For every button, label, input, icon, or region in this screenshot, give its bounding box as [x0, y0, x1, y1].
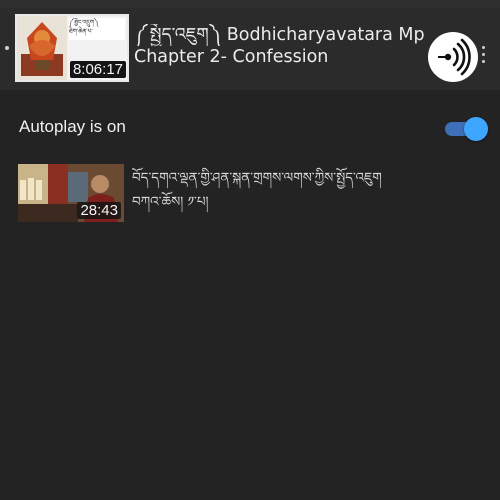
now-playing-bar[interactable]: ༼ཐྱོང་འདྲུག༽ ཐེག་ཆེན་པ་ 8:06:17 ༼སྤྱོད་འ… — [0, 8, 500, 90]
now-playing-thumbnail[interactable]: ༼ཐྱོང་འདྲུག༽ ཐེག་ཆེན་པ་ 8:06:17 — [15, 14, 129, 82]
thumbnail-caption-line2: ཐེག་ཆེན་པ་ — [69, 28, 93, 35]
more-vert-icon-dot — [481, 60, 485, 63]
more-vert-icon-dot — [481, 53, 485, 56]
thumbnail-artwork — [17, 16, 67, 80]
podcast-icon — [438, 38, 471, 76]
toggle-knob — [464, 117, 488, 141]
autoplay-toggle[interactable] — [442, 117, 488, 141]
now-playing-duration: 8:06:17 — [69, 61, 126, 78]
up-next-thumbnail[interactable]: 28:43 — [18, 164, 124, 222]
thumbnail-caption: ༼ཐྱོང་འདྲུག༽ ཐེག་ཆེན་པ་ — [69, 18, 125, 40]
status-strip — [0, 0, 500, 8]
now-playing-title-line1: ༼སྤྱོད་འཇུག༽ Bodhicharyavatara Mp3. — [134, 25, 426, 45]
autoplay-label: Autoplay is on — [19, 117, 126, 136]
up-next-title-line1: བོད་དགའ་ལྡན་གྱི་ཤན་སྐན་གྲགས་ལགས་ཀྱིས་སྤྱ… — [132, 170, 382, 186]
up-next-item[interactable]: 28:43 བོད་དགའ་ལྡན་གྱི་ཤན་སྐན་གྲགས་ལགས་ཀྱ… — [18, 164, 488, 222]
more-options-button[interactable] — [478, 42, 488, 70]
autoplay-row: Autoplay is on — [0, 104, 500, 148]
now-playing-title-line2: Chapter 2- Confession — [134, 47, 329, 67]
up-next-title-line2: བཀའ་ཆོས། ༡་པ། — [132, 194, 209, 210]
more-vert-icon — [481, 46, 485, 49]
drag-handle-dot[interactable] — [5, 46, 9, 50]
up-next-duration: 28:43 — [77, 202, 121, 219]
thumbnail-caption-line1: ༼ཐྱོང་འདྲུག༽ — [69, 19, 99, 26]
up-next-title[interactable]: བོད་དགའ་ལྡན་གྱི་ཤན་སྐན་གྲགས་ལགས་ཀྱིས་སྤྱ… — [132, 166, 432, 214]
now-playing-title[interactable]: ༼སྤྱོད་འཇུག༽ Bodhicharyavatara Mp3. Chap… — [134, 24, 426, 68]
podcast-button[interactable] — [428, 32, 478, 82]
